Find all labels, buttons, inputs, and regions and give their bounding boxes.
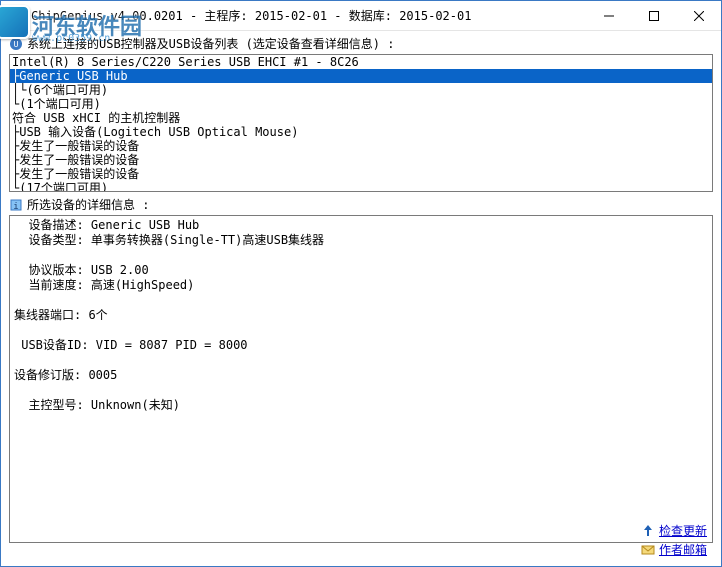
close-button[interactable]	[676, 1, 721, 31]
svg-text:i: i	[13, 202, 18, 212]
maximize-button[interactable]	[631, 1, 676, 31]
device-list-header-text: 系统上连接的USB控制器及USB设备列表 (选定设备查看详细信息) :	[27, 35, 394, 52]
check-update-label: 检查更新	[659, 522, 707, 539]
tree-row[interactable]: ├发生了一般错误的设备	[10, 167, 712, 181]
minimize-button[interactable]	[586, 1, 631, 31]
usb-icon: U	[9, 37, 23, 51]
mail-icon	[641, 543, 655, 557]
tree-row[interactable]: ├Generic USB Hub	[10, 69, 712, 83]
info-icon: i	[9, 198, 23, 212]
tree-row[interactable]: └(17个端口可用)	[10, 181, 712, 192]
tree-row[interactable]: ├发生了一般错误的设备	[10, 153, 712, 167]
footer-links: 检查更新 作者邮箱	[641, 522, 707, 560]
author-mail-link[interactable]: 作者邮箱	[641, 541, 707, 558]
update-icon	[641, 524, 655, 538]
tree-row[interactable]: └(1个端口可用)	[10, 97, 712, 111]
svg-text:U: U	[14, 40, 19, 49]
detail-panel[interactable]: 设备描述: Generic USB Hub 设备类型: 单事务转换器(Singl…	[9, 215, 713, 543]
device-list-header: U 系统上连接的USB控制器及USB设备列表 (选定设备查看详细信息) :	[9, 35, 713, 52]
tree-row[interactable]: ├USB 输入设备(Logitech USB Optical Mouse)	[10, 125, 712, 139]
tree-row[interactable]: │└(6个端口可用)	[10, 83, 712, 97]
window-controls	[586, 1, 721, 31]
title-bar: ChipGenius v4.00.0201 - 主程序: 2015-02-01 …	[1, 1, 721, 31]
detail-header: i 所选设备的详细信息 :	[9, 196, 713, 213]
tree-row[interactable]: Intel(R) 8 Series/C220 Series USB EHCI #…	[10, 55, 712, 69]
tree-row[interactable]: 符合 USB xHCI 的主机控制器	[10, 111, 712, 125]
device-tree[interactable]: Intel(R) 8 Series/C220 Series USB EHCI #…	[9, 54, 713, 192]
main-content: U 系统上连接的USB控制器及USB设备列表 (选定设备查看详细信息) : In…	[1, 31, 721, 543]
tree-row[interactable]: ├发生了一般错误的设备	[10, 139, 712, 153]
window-title: ChipGenius v4.00.0201 - 主程序: 2015-02-01 …	[31, 7, 586, 24]
detail-header-text: 所选设备的详细信息 :	[27, 196, 149, 213]
check-update-link[interactable]: 检查更新	[641, 522, 707, 539]
author-mail-label: 作者邮箱	[659, 541, 707, 558]
app-icon	[9, 8, 25, 24]
